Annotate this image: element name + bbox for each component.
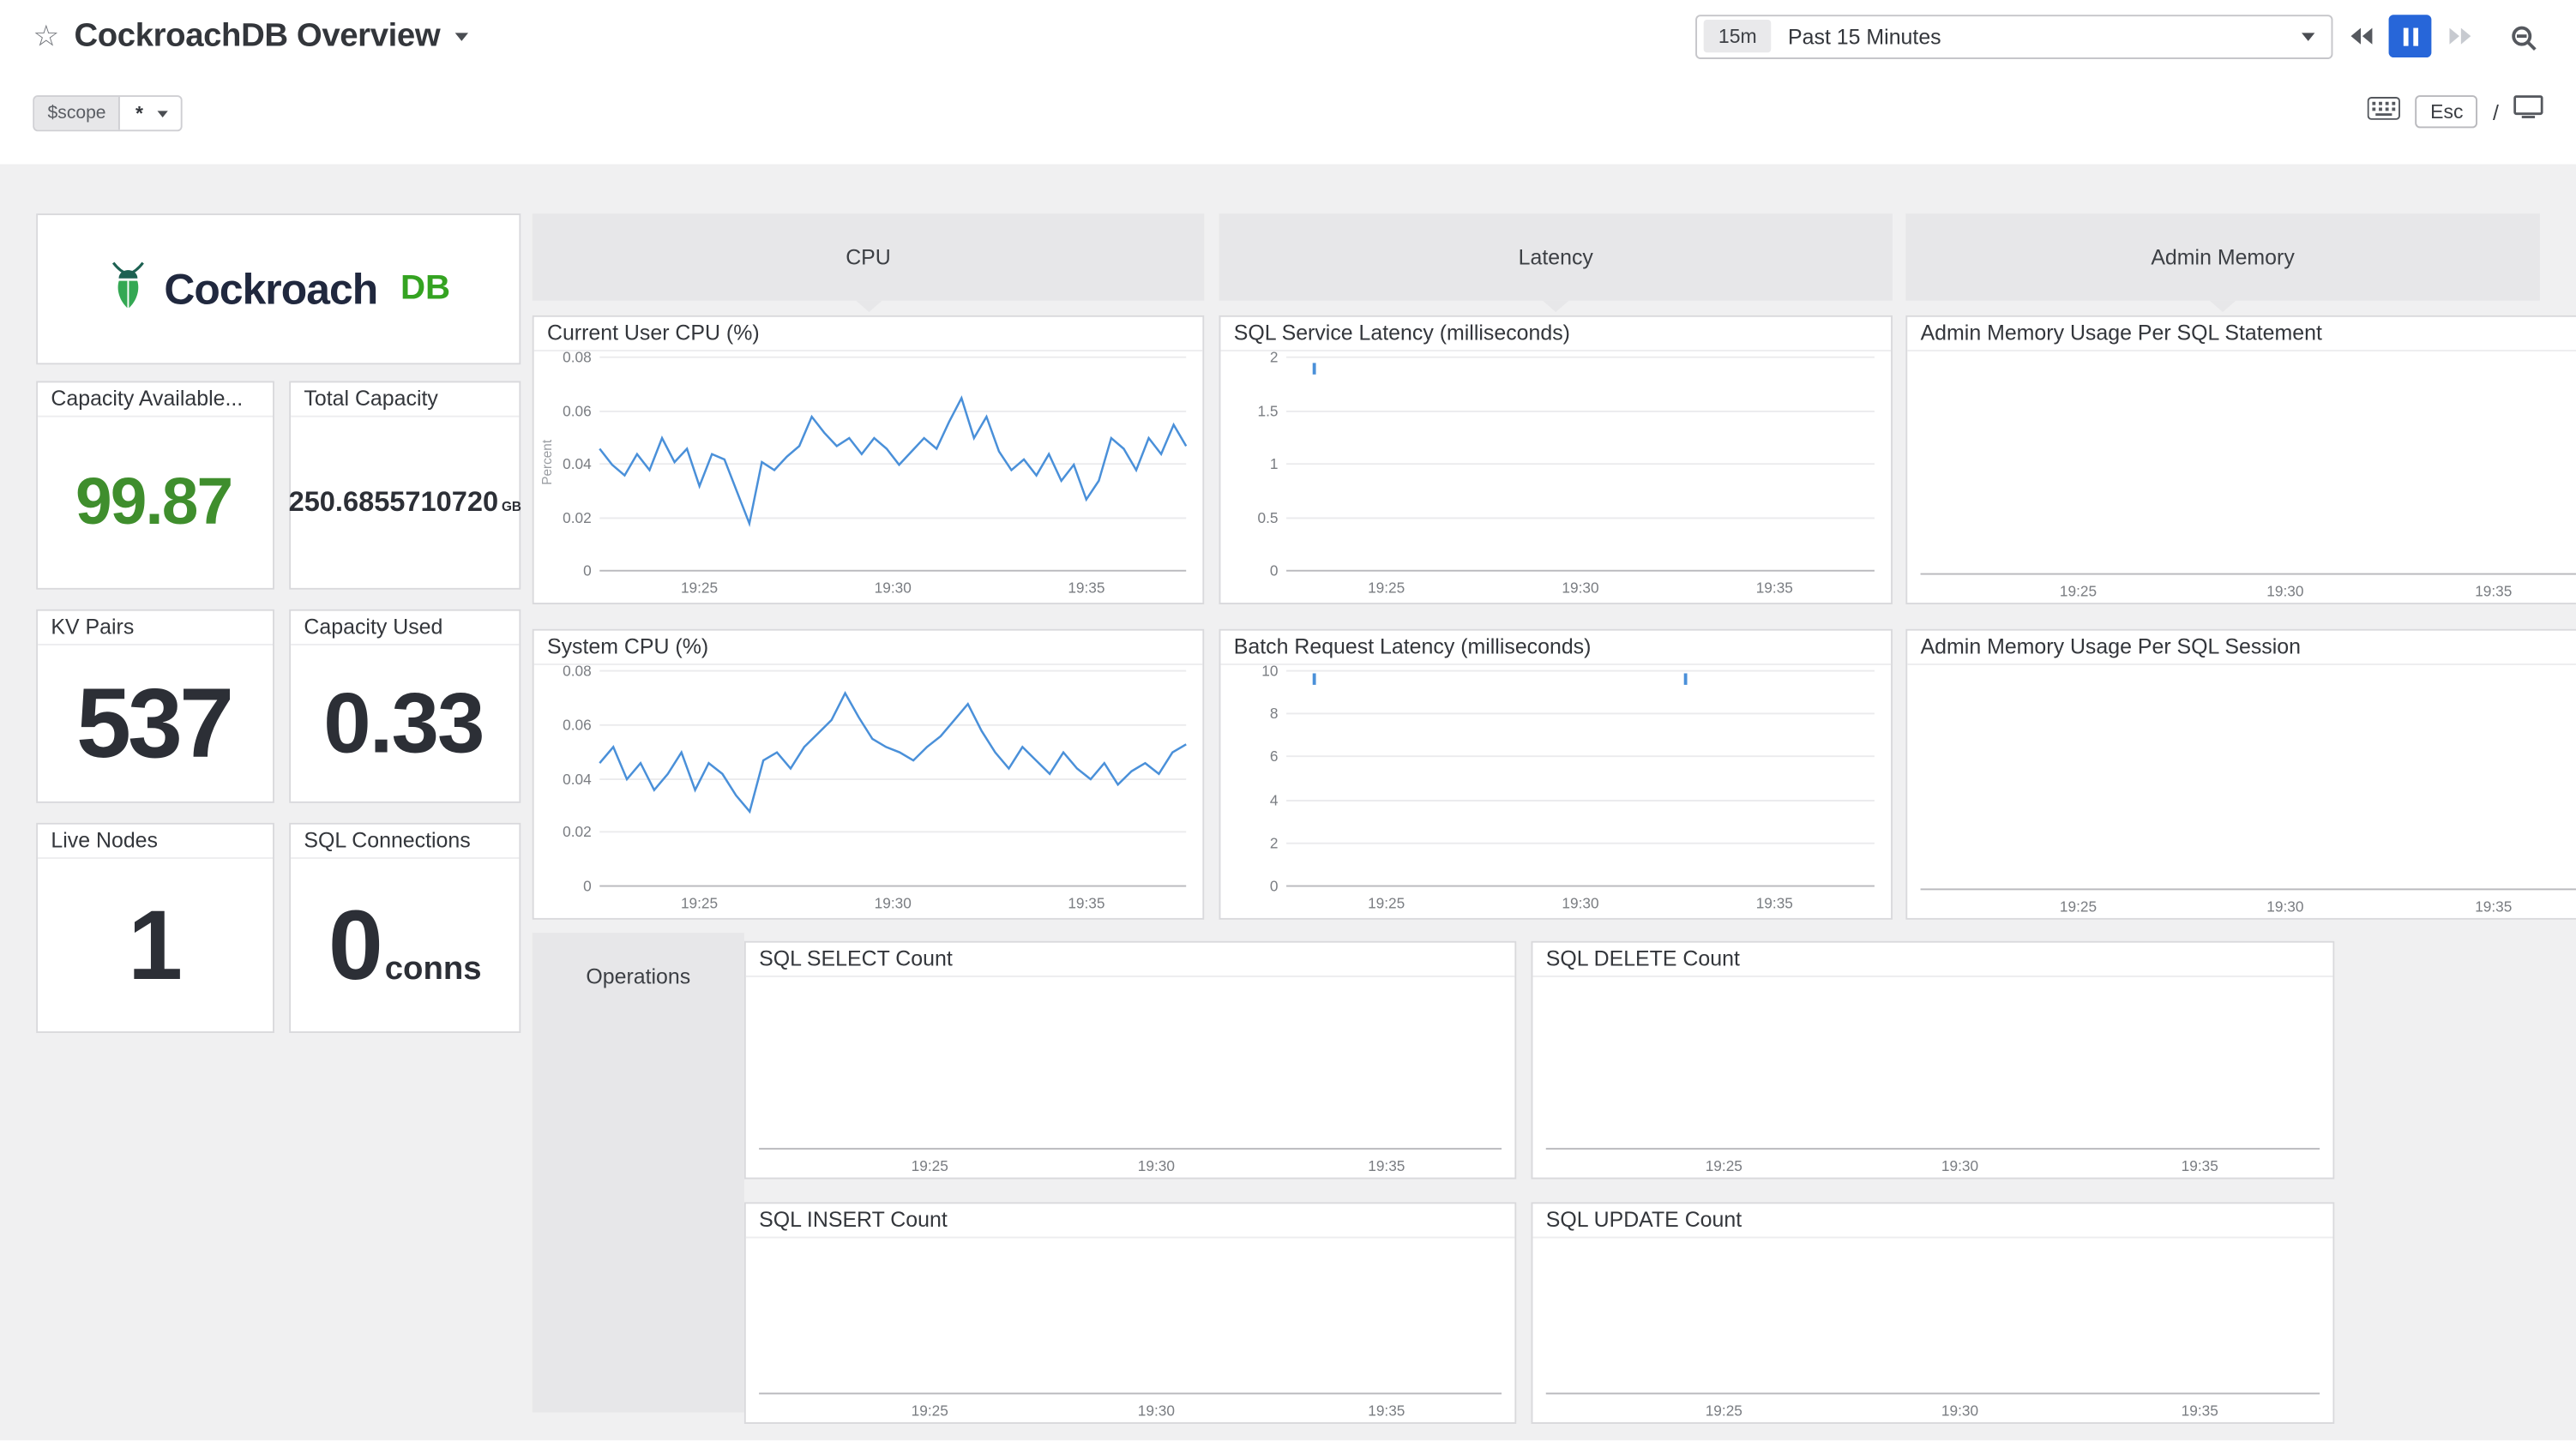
group-notch-down-icon (2210, 301, 2236, 312)
group-label: Latency (1519, 244, 1593, 269)
chart-title: SQL UPDATE Count (1532, 1204, 2332, 1238)
chart-admin-memory-per-sql-session[interactable]: Admin Memory Usage Per SQL Session 19:25… (1905, 629, 2576, 920)
stat-card-sql-connections[interactable]: SQL Connections 0conns (289, 823, 521, 1033)
group-header-cpu[interactable]: CPU (533, 213, 1205, 301)
group-header-latency[interactable]: Latency (1219, 213, 1893, 301)
pause-icon (2403, 27, 2408, 45)
chart-batch-request-latency[interactable]: Batch Request Latency (milliseconds) 024… (1219, 629, 1893, 920)
skip-forward-button[interactable] (2438, 15, 2481, 57)
chart-title: Current User CPU (%) (534, 317, 1203, 351)
chart-sql-insert-count[interactable]: SQL INSERT Count 19:2519:3019:35 (744, 1202, 1516, 1424)
plot-area: 19:2519:3019:35 (1546, 1245, 2320, 1394)
cockroach-bug-icon (106, 261, 149, 318)
chart-sql-select-count[interactable]: SQL SELECT Count 19:2519:3019:35 (744, 941, 1516, 1180)
chart-admin-memory-per-sql-statement[interactable]: Admin Memory Usage Per SQL Statement 19:… (1905, 315, 2576, 604)
group-header-operations[interactable]: Operations (533, 933, 744, 1412)
stat-value: 0.33 (291, 645, 519, 802)
title-chevron-down-icon[interactable] (454, 32, 467, 40)
template-variable-scope[interactable]: $scope * (33, 95, 183, 131)
plot-area: 024681019:2519:3019:35 (1286, 672, 1875, 887)
cockroachdb-logo-card: Cockroach DB (36, 213, 521, 364)
stat-card-live-nodes[interactable]: Live Nodes 1 (36, 823, 274, 1033)
esc-key-hint: Esc (2416, 95, 2478, 128)
group-header-admin-memory[interactable]: Admin Memory (1905, 213, 2539, 301)
pause-button[interactable] (2389, 15, 2432, 57)
stat-value: 1 (38, 859, 273, 1031)
chart-title: System CPU (%) (534, 631, 1203, 665)
stat-title: Live Nodes (38, 825, 273, 859)
keyboard-icon[interactable] (2368, 96, 2400, 127)
chart-sql-delete-count[interactable]: SQL DELETE Count 19:2519:3019:35 (1532, 941, 2335, 1180)
stat-value: 0conns (291, 859, 519, 1031)
time-range-label: Past 15 Minutes (1788, 24, 2285, 49)
fullscreen-monitor-icon[interactable] (2513, 95, 2543, 128)
plot-area: 00.020.040.060.0819:2519:3019:35 (599, 672, 1186, 887)
chart-title: SQL SELECT Count (746, 943, 1515, 977)
favorite-star-icon[interactable]: ☆ (33, 21, 59, 51)
plot-area: 00.020.040.060.0819:2519:3019:35 (599, 358, 1186, 572)
chart-current-user-cpu[interactable]: Current User CPU (%) Percent 00.020.040.… (533, 315, 1205, 604)
plot-area: 19:2519:3019:35 (1921, 358, 2576, 575)
chart-system-cpu[interactable]: System CPU (%) 00.020.040.060.0819:2519:… (533, 629, 1205, 920)
stat-title: KV Pairs (38, 611, 273, 645)
top-bar: ☆ CockroachDB Overview 15m Past 15 Minut… (0, 0, 2576, 72)
stat-value: 99.87 (38, 417, 273, 588)
plot-area: 19:2519:3019:35 (1921, 672, 2576, 891)
time-range-chevron-down-icon (2302, 32, 2314, 40)
time-range-badge: 15m (1704, 20, 1772, 52)
chart-title: Admin Memory Usage Per SQL Statement (1907, 317, 2576, 351)
header-controls: 15m Past 15 Minutes (1695, 14, 2543, 58)
scope-variable-name: $scope (34, 97, 121, 129)
logo-wordmark: Cockroach (164, 263, 377, 314)
stat-value: 537 (38, 645, 273, 802)
page-title: CockroachDB Overview (74, 17, 440, 55)
magnifier-icon (2512, 27, 2531, 46)
chart-title: Admin Memory Usage Per SQL Session (1907, 631, 2576, 665)
scope-chevron-down-icon (158, 110, 168, 117)
stat-card-total-capacity[interactable]: Total Capacity 250.6855710720GB (289, 381, 521, 589)
stat-title: SQL Connections (291, 825, 519, 859)
chart-title: Batch Request Latency (milliseconds) (1220, 631, 1891, 665)
plot-area: 19:2519:3019:35 (1546, 984, 2320, 1150)
time-range-picker[interactable]: 15m Past 15 Minutes (1695, 14, 2332, 58)
sub-bar: $scope * Esc / (0, 72, 2576, 164)
shortcut-hints: Esc / (2368, 95, 2543, 128)
plot-area: 19:2519:3019:35 (759, 1245, 1502, 1394)
skip-forward-icon (2448, 28, 2458, 45)
chart-title: SQL INSERT Count (746, 1204, 1515, 1238)
group-label: Operations (586, 964, 690, 989)
skip-backward-button[interactable] (2339, 15, 2382, 57)
group-notch-down-icon (1543, 301, 1569, 312)
logo-suffix: DB (400, 269, 450, 309)
chart-title: SQL DELETE Count (1532, 943, 2332, 977)
plot-area: 00.511.5219:2519:3019:35 (1286, 358, 1875, 572)
group-label: Admin Memory (2151, 244, 2294, 269)
dashboard-canvas: CockroachDB Capacity Available... 99.87 … (0, 165, 2576, 1441)
stat-title: Capacity Available... (38, 382, 273, 417)
zoom-button[interactable] (2501, 15, 2543, 57)
chart-title: SQL Service Latency (milliseconds) (1220, 317, 1891, 351)
stat-card-capacity-used[interactable]: Capacity Used 0.33 (289, 609, 521, 803)
group-notch-down-icon (855, 301, 882, 312)
group-label: CPU (846, 244, 891, 269)
chart-sql-update-count[interactable]: SQL UPDATE Count 19:2519:3019:35 (1532, 1202, 2335, 1424)
stat-value: 250.6855710720GB (291, 417, 519, 588)
scope-variable-value: * (121, 97, 157, 129)
stat-title: Total Capacity (291, 382, 519, 417)
skip-backward-icon (2350, 28, 2360, 45)
title-area: ☆ CockroachDB Overview (33, 17, 468, 55)
plot-area: 19:2519:3019:35 (759, 984, 1502, 1150)
stat-card-capacity-available[interactable]: Capacity Available... 99.87 (36, 381, 274, 589)
slash-hint: / (2493, 99, 2499, 124)
stat-card-kv-pairs[interactable]: KV Pairs 537 (36, 609, 274, 803)
stat-title: Capacity Used (291, 611, 519, 645)
dashboard-page: ☆ CockroachDB Overview 15m Past 15 Minut… (0, 0, 2576, 1440)
chart-sql-service-latency[interactable]: SQL Service Latency (milliseconds) 00.51… (1219, 315, 1893, 604)
